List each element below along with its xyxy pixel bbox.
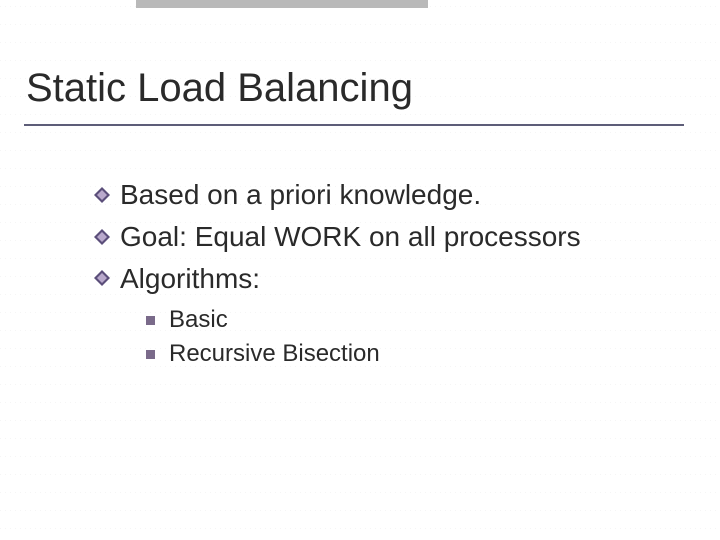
bullet-item: Algorithms:	[94, 260, 684, 298]
bullet-item: Based on a priori knowledge.	[94, 176, 684, 214]
slide: Static Load Balancing Based on a priori …	[0, 0, 720, 540]
bullet-text: Algorithms:	[120, 260, 260, 298]
sub-bullet-item: Basic	[146, 306, 380, 334]
sub-bullet-item: Recursive Bisection	[146, 340, 380, 368]
bullet-item: Goal: Equal WORK on all processors	[94, 218, 684, 256]
title-area: Static Load Balancing	[26, 66, 413, 111]
diamond-bullet-icon	[94, 270, 110, 286]
slide-title: Static Load Balancing	[26, 66, 413, 110]
sub-bullet-text: Recursive Bisection	[169, 340, 380, 368]
sub-bullet-area: Basic Recursive Bisection	[146, 306, 380, 374]
diamond-bullet-icon	[94, 229, 110, 245]
bullet-text: Based on a priori knowledge.	[120, 176, 481, 214]
diamond-bullet-icon	[94, 187, 110, 203]
bullet-text: Goal: Equal WORK on all processors	[120, 218, 581, 256]
sub-bullet-text: Basic	[169, 306, 228, 334]
body-area: Based on a priori knowledge. Goal: Equal…	[94, 176, 684, 301]
square-bullet-icon	[146, 350, 155, 359]
square-bullet-icon	[146, 316, 155, 325]
title-underline	[24, 124, 684, 126]
